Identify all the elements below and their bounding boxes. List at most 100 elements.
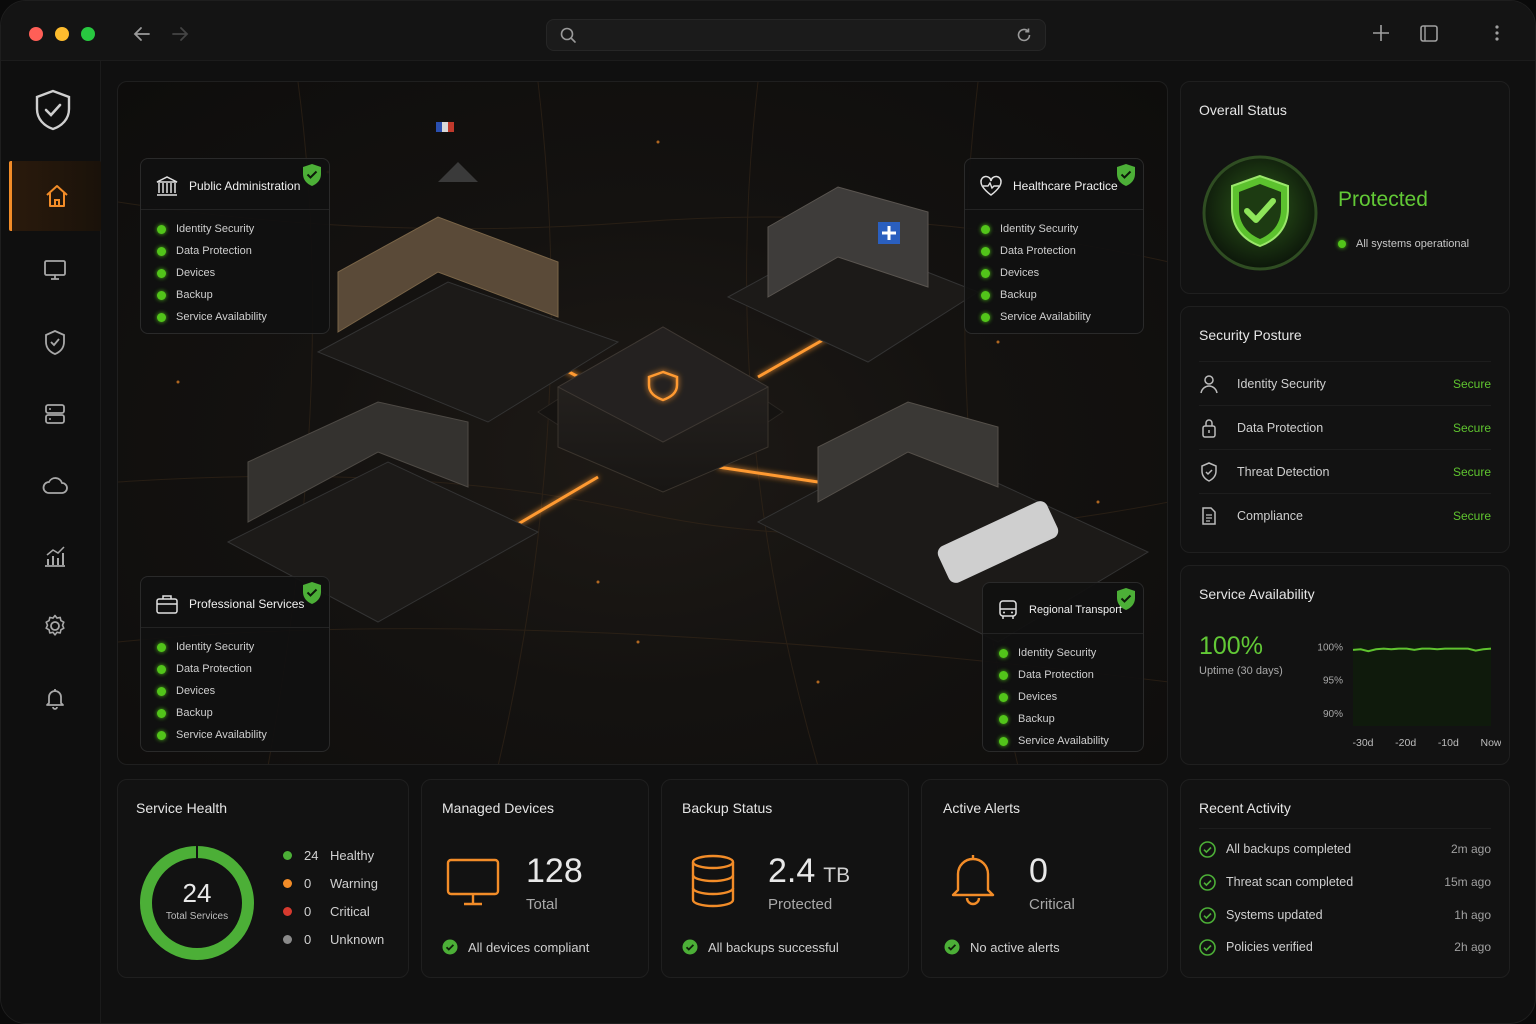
verified-badge-icon [303,582,321,604]
lock-icon [1202,418,1216,438]
address-bar[interactable] [546,19,1046,51]
site-card-title: Regional Transport [1029,604,1122,616]
legend-warning: 0 Warning [283,876,378,891]
cloud-icon [42,477,68,494]
devices-count: 128 [526,852,583,890]
y-tick-label: 90% [1323,709,1343,720]
user-icon [1200,374,1218,393]
legend-critical: 0 Critical [283,904,370,919]
sidebar-item-devices[interactable] [9,235,101,305]
close-window-button[interactable] [29,27,43,41]
backup-caption: Protected [768,896,833,913]
site-card-public-administration[interactable]: Public Administration Identity Security … [140,158,330,334]
activity-row[interactable]: Threat scan completed 15m ago [1199,866,1491,898]
chart-plot-area [1353,640,1491,726]
panel-title: Backup Status [682,800,773,816]
backup-note: All backups successful [682,939,839,955]
back-arrow-icon[interactable] [131,23,153,45]
verified-badge-icon [1117,588,1135,610]
list-item: Devices [157,680,313,702]
gear-icon [45,614,65,636]
bell-icon [46,689,64,710]
verified-badge-icon [303,164,321,186]
sidebar-item-notifications[interactable] [9,663,101,733]
check-circle-outline-icon [1199,938,1216,956]
x-tick-label: -20d [1395,737,1416,749]
x-tick-label: -10d [1438,737,1459,749]
sidebar [1,61,101,1023]
list-item: Service Availability [157,306,313,328]
panel-title: Active Alerts [943,800,1021,816]
service-availability-panel: Service Availability 100% Uptime (30 day… [1180,565,1510,765]
bell-icon [951,855,995,906]
posture-row-compliance: Compliance Secure [1199,493,1491,537]
list-item: Data Protection [999,664,1127,686]
shield-logo-icon [35,89,71,131]
site-card-title: Healthcare Practice [1013,179,1118,193]
network-map: Public Administration Identity Security … [117,81,1168,765]
sidebar-item-security[interactable] [9,307,101,377]
availability-value: 100% [1199,632,1263,660]
search-icon [560,27,576,43]
overall-status-note: All systems operational [1338,238,1469,250]
y-tick-label: 100% [1317,643,1343,654]
server-icon [45,404,65,424]
activity-row[interactable]: All backups completed 2m ago [1199,833,1491,865]
panel-title: Overall Status [1199,102,1287,118]
check-circle-icon [682,939,698,955]
list-item: Identity Security [981,218,1127,240]
x-tick-label: Now [1480,737,1501,749]
list-item: Backup [157,702,313,724]
site-card-title: Professional Services [189,597,305,611]
check-circle-outline-icon [1199,906,1216,924]
minimize-window-button[interactable] [55,27,69,41]
sidebar-item-cloud[interactable] [9,451,101,521]
backup-status-panel: Backup Status 2.4 TB Protected All backup… [661,779,909,978]
uptime-chart: 100% 95% 90% -30d -20d -10d Now [1317,640,1501,749]
list-item: Devices [999,686,1127,708]
more-menu-icon[interactable] [1487,23,1507,43]
security-posture-panel: Security Posture Identity Security Secure… [1180,306,1510,553]
legend-healthy: 24 Healthy [283,848,374,863]
site-card-regional-transport[interactable]: Regional Transport Identity Security Dat… [982,582,1144,752]
managed-devices-panel: Managed Devices 128 Total All devices co… [421,779,649,978]
check-circle-outline-icon [1199,873,1216,891]
legend-unknown: 0 Unknown [283,932,384,947]
shield-check-icon [45,330,65,355]
bus-icon [999,600,1017,619]
building-public-administration [316,122,620,423]
sidebar-item-settings[interactable] [9,591,101,661]
check-circle-icon [944,939,960,955]
y-tick-label: 95% [1323,676,1343,687]
site-card-professional-services[interactable]: Professional Services Identity Security … [140,576,330,752]
sidebar-item-reports[interactable] [9,521,101,591]
title-bar [1,1,1535,61]
x-tick-label: -30d [1352,737,1373,749]
site-card-healthcare-practice[interactable]: Healthcare Practice Identity Security Da… [964,158,1144,334]
list-item: Backup [157,284,313,306]
maximize-window-button[interactable] [81,27,95,41]
posture-row-data-protection: Data Protection Secure [1199,405,1491,449]
alerts-note: No active alerts [944,939,1060,955]
sidebar-item-home[interactable] [9,161,101,231]
tabs-overview-icon[interactable] [1419,23,1439,43]
list-item: Service Availability [157,724,313,746]
chart-icon [45,546,65,567]
sidebar-item-servers[interactable] [9,379,101,449]
availability-caption: Uptime (30 days) [1199,665,1283,677]
home-icon [45,185,68,207]
backup-size: 2.4 TB [768,852,851,890]
alerts-caption: Critical [1029,896,1075,913]
shield-icon [1201,461,1217,482]
service-health-panel: Service Health 24 Total Services 24 Healt… [117,779,409,978]
forward-arrow-icon[interactable] [169,23,191,45]
activity-row[interactable]: Systems updated 1h ago [1199,899,1491,931]
alerts-count: 0 [1029,852,1048,890]
heartbeat-icon [980,175,1002,196]
new-tab-icon[interactable] [1371,23,1391,43]
reload-icon[interactable] [1015,26,1033,44]
verified-badge-icon [1117,164,1135,186]
activity-row[interactable]: Policies verified 2h ago [1199,931,1491,963]
list-item: Service Availability [999,730,1127,752]
list-item: Service Availability [981,306,1127,328]
